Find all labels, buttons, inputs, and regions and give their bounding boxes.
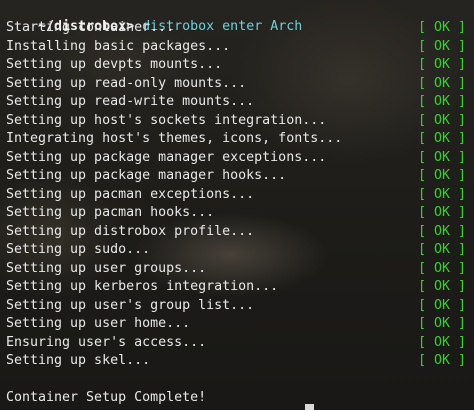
step-status-badge: [ OK ]	[418, 149, 467, 165]
step-status-value: OK	[434, 260, 451, 276]
setup-step-line: Setting up user groups... [ OK ]	[6, 260, 474, 278]
step-status-value: OK	[434, 75, 451, 91]
step-status-badge: [ OK ]	[418, 131, 467, 146]
step-status-value: OK	[434, 112, 451, 128]
setup-step-text: Setting up read-only mounts...	[6, 75, 247, 91]
setup-step-line: Setting up package manager exceptions...…	[6, 149, 474, 167]
setup-step-line: Setting up package manager hooks... [ OK …	[6, 167, 474, 185]
step-status-value: OK	[434, 334, 451, 350]
step-status-value: OK	[434, 94, 451, 109]
setup-step-text: Setting up pacman hooks...	[6, 205, 215, 220]
setup-step-line: Setting up pacman exceptions... [ OK ]	[6, 186, 474, 204]
setup-step-text: Setting up kerberos integration...	[6, 279, 279, 294]
setup-step-text: Setting up user home...	[6, 316, 191, 331]
setup-step-text: Setting up pacman exceptions...	[6, 186, 255, 202]
setup-step-line: Setting up user's group list... [ OK ]	[6, 297, 474, 315]
step-status-value: OK	[434, 38, 451, 54]
step-status-badge: [ OK ]	[418, 168, 467, 183]
setup-step-line: Setting up sudo... [ OK ]	[6, 241, 474, 259]
step-status-value: OK	[434, 205, 451, 220]
setup-step-text: Setting up host's sockets integration...	[6, 112, 327, 128]
setup-step-text: Ensuring user's access...	[6, 334, 207, 350]
step-status-badge: [ OK ]	[418, 186, 467, 202]
step-status-value: OK	[434, 131, 451, 146]
step-status-badge: [ OK ]	[418, 353, 467, 368]
step-status-badge: [ OK ]	[418, 260, 467, 276]
step-status-value: OK	[434, 279, 451, 294]
step-status-value: OK	[434, 223, 451, 239]
setup-step-text: Starting container...	[6, 20, 175, 35]
setup-step-text: Setting up package manager hooks...	[6, 168, 287, 183]
prompt-line: ~/distrobox> distrobox enter Arch	[6, 0, 474, 34]
setup-step-text: Installing basic packages...	[6, 38, 231, 54]
step-status-badge: [ OK ]	[418, 205, 467, 220]
step-status-badge: [ OK ]	[418, 334, 467, 350]
setup-step-text: Setting up package manager exceptions...	[6, 149, 327, 165]
step-status-value: OK	[434, 316, 451, 331]
terminal-window[interactable]: ~/distrobox> distrobox enter Arch Starti…	[0, 0, 474, 410]
setup-step-line: Setting up kerberos integration... [ OK ]	[6, 278, 474, 296]
step-status-badge: [ OK ]	[418, 75, 467, 91]
setup-step-line: Setting up read-only mounts... [ OK ]	[6, 75, 474, 93]
setup-step-line: Ensuring user's access... [ OK ]	[6, 334, 474, 352]
setup-step-text: Setting up devpts mounts...	[6, 57, 223, 72]
setup-step-line: Setting up distrobox profile... [ OK ]	[6, 223, 474, 241]
step-status-badge: [ OK ]	[418, 297, 467, 313]
setup-step-line: Starting container... [ OK ]	[6, 19, 474, 37]
step-status-badge: [ OK ]	[418, 38, 467, 54]
step-status-badge: [ OK ]	[418, 279, 467, 294]
step-status-badge: [ OK ]	[418, 112, 467, 128]
step-status-value: OK	[434, 20, 451, 35]
completion-message: Container Setup Complete!	[6, 390, 207, 405]
step-status-badge: [ OK ]	[418, 242, 467, 257]
setup-step-line: Setting up skel... [ OK ]	[6, 352, 474, 370]
step-status-value: OK	[434, 297, 451, 313]
setup-step-text: Setting up user groups...	[6, 260, 207, 276]
terminal-cursor	[305, 404, 314, 410]
step-status-value: OK	[434, 242, 451, 257]
setup-step-text: Integrating host's themes, icons, fonts.…	[6, 131, 343, 146]
setup-step-text: Setting up user's group list...	[6, 297, 255, 313]
step-status-badge: [ OK ]	[418, 94, 467, 109]
step-status-value: OK	[434, 168, 451, 183]
step-status-value: OK	[434, 186, 451, 202]
setup-step-line: Setting up read-write mounts... [ OK ]	[6, 93, 474, 111]
step-status-badge: [ OK ]	[418, 57, 467, 72]
step-status-badge: [ OK ]	[418, 20, 467, 35]
setup-step-text: Setting up skel...	[6, 353, 151, 368]
setup-step-text: Setting up read-write mounts...	[6, 94, 255, 109]
setup-step-line: Setting up host's sockets integration...…	[6, 112, 474, 130]
setup-step-text: Setting up sudo...	[6, 242, 151, 257]
setup-step-line: Setting up pacman hooks... [ OK ]	[6, 204, 474, 222]
step-status-value: OK	[434, 353, 451, 368]
step-status-value: OK	[434, 149, 451, 165]
setup-step-line: Installing basic packages... [ OK ]	[6, 38, 474, 56]
step-status-value: OK	[434, 57, 451, 72]
setup-step-line: Setting up devpts mounts... [ OK ]	[6, 56, 474, 74]
setup-step-text: Setting up distrobox profile...	[6, 223, 255, 239]
step-status-badge: [ OK ]	[418, 223, 467, 239]
setup-step-line: Integrating host's themes, icons, fonts.…	[6, 130, 474, 148]
step-status-badge: [ OK ]	[418, 316, 467, 331]
setup-step-line: Setting up user home... [ OK ]	[6, 315, 474, 333]
